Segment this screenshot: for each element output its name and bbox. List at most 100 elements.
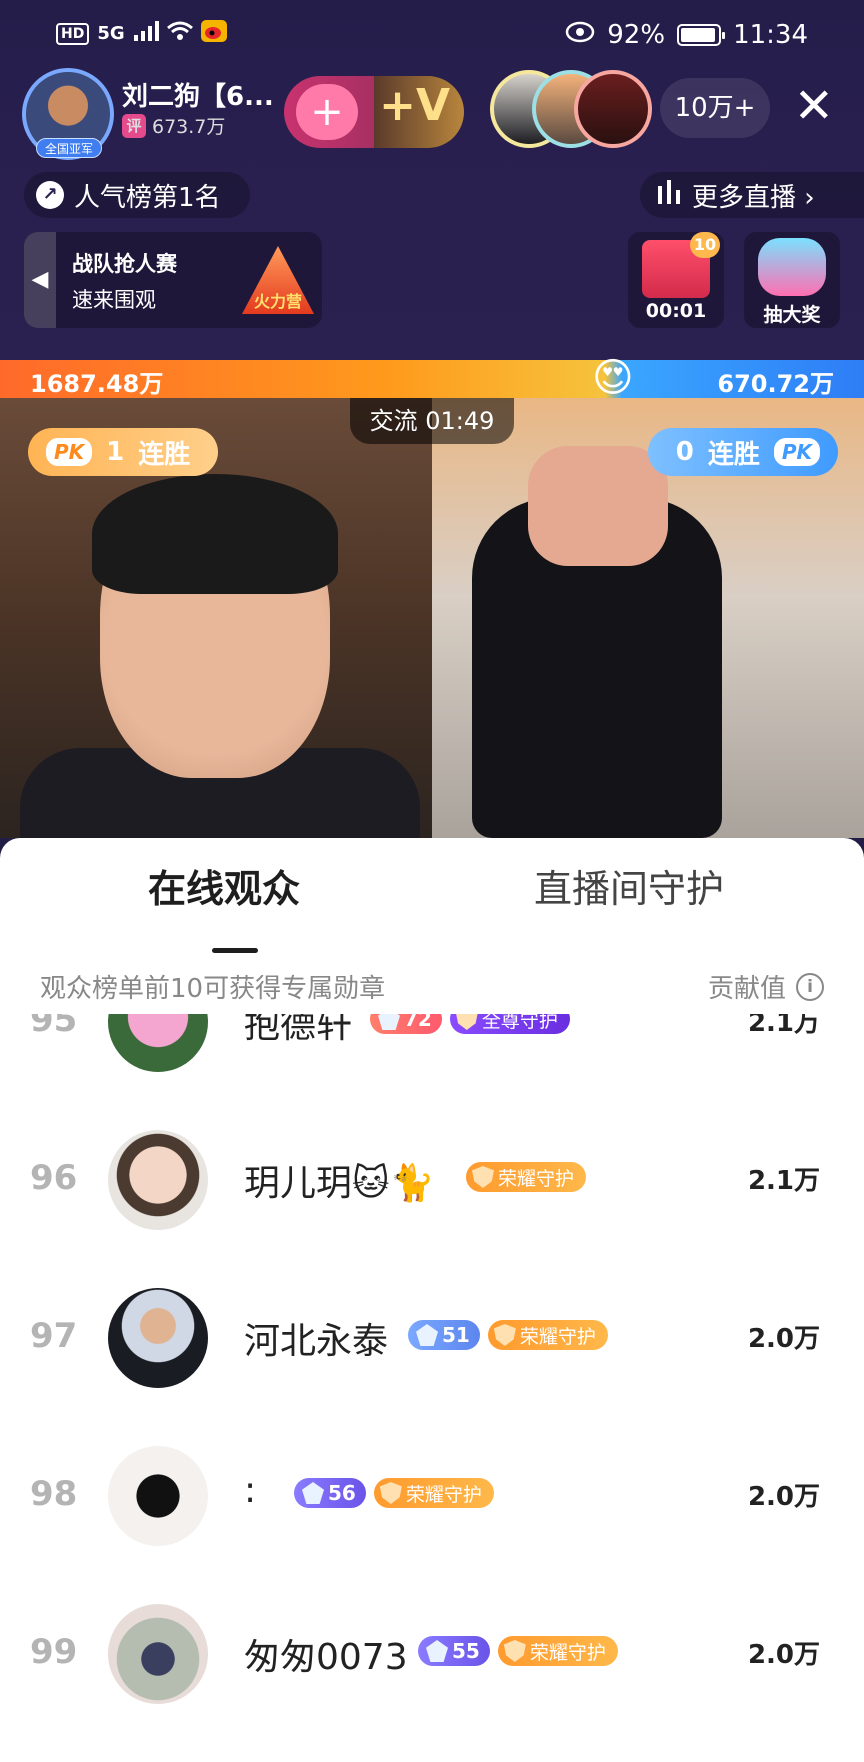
shield-icon — [493, 1324, 516, 1346]
list-item[interactable]: 95 抱德轩 72 全尊守护 2.1万 — [0, 1014, 864, 1102]
team-card-logo-text: 火力营 — [253, 292, 302, 311]
heart-eyes-emoji: 😍 — [592, 355, 634, 401]
avatar[interactable] — [108, 1604, 208, 1704]
avatar[interactable] — [108, 1014, 208, 1072]
clock: 11:34 — [733, 20, 808, 50]
sheet-tabs: 在线观众 直播间守护 — [0, 858, 864, 953]
user-name[interactable]: : — [244, 1470, 256, 1511]
list-item[interactable]: 98 : 56 荣耀守护 2.0万 — [0, 1418, 864, 1576]
contribution-header[interactable]: 贡献值 i — [708, 968, 824, 1005]
shield-icon — [379, 1482, 402, 1504]
avatar[interactable] — [108, 1288, 208, 1388]
guard-badge: 荣耀守护 — [466, 1162, 587, 1192]
lottery-label: 抽大奖 — [763, 304, 821, 326]
right-win-streak: 0 连胜 PK — [648, 428, 838, 476]
left-win-streak: PK 1 连胜 — [28, 428, 218, 476]
host-score-value: 673.7万 — [152, 116, 226, 138]
left-streak-number: 1 — [106, 437, 125, 467]
rank-number: 98 — [30, 1474, 78, 1514]
user-badges: 72 全尊守护 — [370, 1014, 570, 1034]
left-streak-label: 连胜 — [138, 439, 191, 470]
shield-icon — [503, 1640, 526, 1662]
tab-room-guardians[interactable]: 直播间守护 — [534, 858, 724, 913]
status-bar: HD 5G 92% 11:34 — [0, 14, 864, 58]
level-badge: 55 — [418, 1636, 490, 1666]
pk-left-score: 1687.48万 — [30, 370, 164, 398]
guard-badge: 荣耀守护 — [497, 1636, 618, 1666]
follow-button[interactable]: + +V — [284, 76, 464, 148]
contribution-value: 2.1万 — [747, 1014, 820, 1038]
battery-percent: 92% — [607, 20, 666, 50]
audience-sheet: 在线观众 直播间守护 观众榜单前10可获得专属勋章 贡献值 i 95 抱德轩 7… — [0, 838, 864, 1762]
rank-number: 96 — [30, 1158, 78, 1198]
level-badge: 56 — [294, 1478, 366, 1508]
close-icon[interactable]: ✕ — [794, 82, 834, 130]
user-name[interactable]: 玥儿玥🐱🐈 — [244, 1154, 434, 1206]
pk-icon: PK — [46, 438, 93, 466]
contribution-value: 2.0万 — [747, 1640, 820, 1670]
level-badge: 51 — [408, 1320, 480, 1350]
chevron-left-icon[interactable]: ◀ — [24, 232, 56, 328]
contribution-label: 贡献值 — [707, 974, 786, 1004]
active-tab-indicator — [212, 948, 258, 953]
wifi-icon — [166, 20, 193, 47]
audience-list[interactable]: 95 抱德轩 72 全尊守护 2.1万 96 玥儿玥🐱🐈 荣耀守护 2.1万 9… — [0, 1014, 864, 1762]
viewer-avatar[interactable] — [574, 70, 652, 148]
user-badges: 55 荣耀守护 — [418, 1636, 618, 1666]
pk-score-bar: 1687.48万 😍 670.72万 — [0, 356, 864, 400]
right-streak-label: 连胜 — [707, 439, 760, 470]
gift-timer: 00:01 — [645, 300, 707, 322]
more-live-button[interactable]: 更多直播 › — [640, 172, 864, 218]
team-card-title: 战队抢人赛 — [72, 252, 177, 276]
popularity-rank-pill[interactable]: ↗ 人气榜第1名 — [24, 172, 250, 218]
signal-icon — [133, 21, 159, 46]
bar-chart-icon — [656, 179, 682, 211]
gift-timer-box[interactable]: 10 00:01 — [628, 232, 724, 328]
pk-icon: PK — [773, 438, 820, 466]
heart-plus-icon: + — [296, 84, 358, 140]
list-subheading: 观众榜单前10可获得专属勋章 — [40, 974, 386, 1004]
list-item[interactable]: 97 河北永泰 51 荣耀守护 2.0万 — [0, 1260, 864, 1418]
list-item[interactable]: 96 玥儿玥🐱🐈 荣耀守护 2.1万 — [0, 1102, 864, 1260]
exchange-time: 01:49 — [425, 407, 495, 435]
user-name[interactable]: 抱德轩 — [244, 1014, 352, 1048]
exchange-label: 交流 — [369, 407, 418, 435]
heart-gift-icon — [758, 238, 826, 296]
eye-icon — [565, 20, 595, 50]
user-name[interactable]: 河北永泰 — [244, 1312, 388, 1364]
shield-icon — [472, 1166, 494, 1188]
host-name[interactable]: 刘二狗【6... — [122, 76, 274, 113]
trend-icon: ↗ — [36, 181, 64, 209]
rank-label: 人气榜第1名 — [74, 182, 221, 213]
lottery-button[interactable]: 抽大奖 — [744, 232, 840, 328]
pk-video-area[interactable]: PK 1 连胜 0 连胜 PK 交流 01:49 — [0, 398, 864, 838]
gem-icon — [426, 1640, 448, 1662]
guard-badge: 荣耀守护 — [487, 1320, 608, 1350]
right-streak-number: 0 — [675, 437, 694, 467]
tab-online-audience[interactable]: 在线观众 — [148, 858, 300, 913]
contribution-value: 2.0万 — [747, 1482, 820, 1512]
score-badge-icon: 评 — [122, 113, 146, 138]
user-badges: 荣耀守护 — [466, 1162, 587, 1192]
info-icon[interactable]: i — [796, 972, 824, 1001]
team-battle-card[interactable]: ◀ 战队抢人赛 速来围观 火力营 — [24, 232, 322, 328]
gem-icon — [378, 1014, 400, 1030]
guard-badge: 全尊守护 — [449, 1014, 570, 1034]
user-name[interactable]: 匆匆0073 — [244, 1628, 408, 1680]
plus-v-icon: +V — [379, 80, 450, 131]
host-score: 评 673.7万 — [122, 112, 225, 139]
gem-icon — [416, 1324, 438, 1346]
avatar[interactable] — [108, 1130, 208, 1230]
pk-right-score: 670.72万 — [717, 370, 834, 398]
user-badges: 51 荣耀守护 — [408, 1320, 608, 1350]
exchange-timer: 交流 01:49 — [350, 398, 514, 444]
hd-icon: HD — [56, 22, 90, 45]
list-item[interactable]: 99 匆匆0073 55 荣耀守护 2.0万 — [0, 1576, 864, 1734]
network-5g-icon: 5G — [97, 23, 125, 44]
avatar[interactable] — [108, 1446, 208, 1546]
viewer-count[interactable]: 10万+ — [660, 78, 770, 138]
battery-icon — [677, 24, 726, 46]
team-card-subtitle: 速来围观 — [72, 288, 156, 312]
user-badges: 56 荣耀守护 — [294, 1478, 494, 1508]
contribution-value: 2.0万 — [747, 1324, 820, 1354]
